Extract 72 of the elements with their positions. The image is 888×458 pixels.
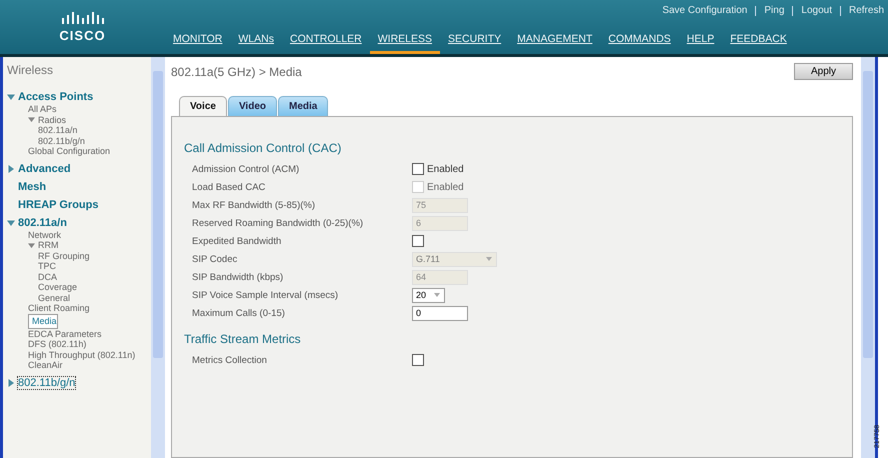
nav-tab[interactable]: FEEDBACK: [722, 33, 795, 54]
field-label: Load Based CAC: [192, 182, 266, 192]
apply-button[interactable]: Apply: [794, 63, 853, 80]
sidebar-item[interactable]: 802.11a/n: [38, 125, 78, 136]
header-link[interactable]: Logout: [801, 5, 832, 16]
sidebar-item[interactable]: RRM: [38, 240, 58, 250]
section-heading: Traffic Stream Metrics: [184, 332, 302, 346]
field-label: Reserved Roaming Bandwidth (0-25)(%): [192, 218, 364, 228]
field-label: Max RF Bandwidth (5-85)(%): [192, 200, 316, 210]
dropdown[interactable]: 20: [412, 288, 446, 302]
expanded-triangle-icon[interactable]: [28, 116, 35, 124]
field-label: Admission Control (ACM): [192, 164, 300, 174]
header-link[interactable]: Ping: [764, 5, 784, 16]
sidebar-section[interactable]: Access Points: [18, 91, 94, 103]
sidebar-item[interactable]: DCA: [38, 272, 58, 282]
sidebar-item[interactable]: Client Roaming: [28, 303, 90, 314]
sidebar-item[interactable]: RF Grouping: [38, 250, 90, 261]
scrollbar[interactable]: [861, 57, 875, 458]
sidebar-item[interactable]: Radios: [38, 114, 66, 125]
collapsed-triangle-icon[interactable]: [7, 378, 15, 386]
checkbox[interactable]: [412, 163, 424, 175]
logo-text: CISCO: [59, 28, 106, 42]
expanded-triangle-icon[interactable]: [7, 218, 15, 226]
nav-tab[interactable]: WIRELESS: [370, 33, 440, 54]
sidebar-item[interactable]: High Throughput (802.11n): [28, 350, 136, 360]
field-label: SIP Codec: [192, 254, 238, 264]
sidebar-item[interactable]: TPC: [38, 261, 56, 272]
sidebar-item[interactable]: CleanAir: [28, 360, 63, 370]
sidebar-title: Wireless: [7, 63, 54, 77]
checkbox[interactable]: [412, 354, 424, 366]
sidebar-section[interactable]: HREAP Groups: [18, 198, 98, 210]
collapsed-triangle-icon[interactable]: [7, 164, 15, 172]
sidebar-item[interactable]: All APs: [28, 104, 57, 114]
sidebar-section[interactable]: 802.11a/n: [18, 216, 67, 228]
header-link[interactable]: Save Configuration: [662, 5, 748, 16]
field-label: SIP Bandwidth (kbps): [192, 272, 284, 282]
sidebar-section[interactable]: 802.11b/g/n: [18, 376, 76, 388]
expanded-triangle-icon[interactable]: [28, 242, 35, 249]
sidebar-section[interactable]: Advanced: [18, 162, 71, 174]
sidebar-item[interactable]: Coverage: [38, 282, 78, 292]
sidebar-item[interactable]: Network: [28, 230, 62, 240]
field-label: Expedited Bandwidth: [192, 236, 282, 246]
nav-tab[interactable]: SECURITY: [440, 33, 510, 54]
sidebar-item[interactable]: Global Configuration: [28, 146, 110, 156]
tab[interactable]: Voice: [179, 96, 227, 116]
section-heading: Call Admission Control (CAC): [184, 141, 342, 155]
expanded-triangle-icon[interactable]: [7, 93, 15, 101]
sidebar-item[interactable]: Media: [28, 314, 58, 328]
field-label: SIP Voice Sample Interval (msecs): [192, 290, 340, 300]
tab[interactable]: Media: [278, 96, 328, 116]
tab[interactable]: Video: [228, 96, 277, 116]
sidebar-item[interactable]: EDCA Parameters: [28, 328, 102, 339]
sidebar-item[interactable]: 802.11b/g/n: [38, 136, 85, 146]
checkbox-label: Enabled: [427, 182, 464, 192]
sidebar-item[interactable]: DFS (802.11h): [28, 339, 86, 350]
sidebar-section[interactable]: Mesh: [18, 180, 46, 192]
scrollbar[interactable]: [151, 57, 165, 458]
nav-tab[interactable]: CONTROLLER: [282, 33, 370, 54]
input-field[interactable]: 0: [412, 306, 468, 320]
nav-tab[interactable]: WLANs: [230, 33, 282, 54]
nav-tab[interactable]: COMMANDS: [600, 33, 679, 54]
field-label: Metrics Collection: [192, 354, 268, 366]
sidebar-item[interactable]: General: [38, 292, 70, 303]
field-label: Maximum Calls (0-15): [192, 308, 286, 318]
nav-tab[interactable]: MONITOR: [165, 33, 230, 54]
header-link[interactable]: Refresh: [848, 5, 884, 16]
checkbox[interactable]: [412, 235, 424, 247]
logo-bars-icon: [62, 12, 104, 24]
page-title: 802.11a(5 GHz) > Media: [171, 64, 302, 78]
nav-tab[interactable]: HELP: [678, 33, 722, 54]
nav-tab[interactable]: MANAGEMENT: [509, 33, 600, 54]
checkbox-label: Enabled: [427, 164, 464, 174]
